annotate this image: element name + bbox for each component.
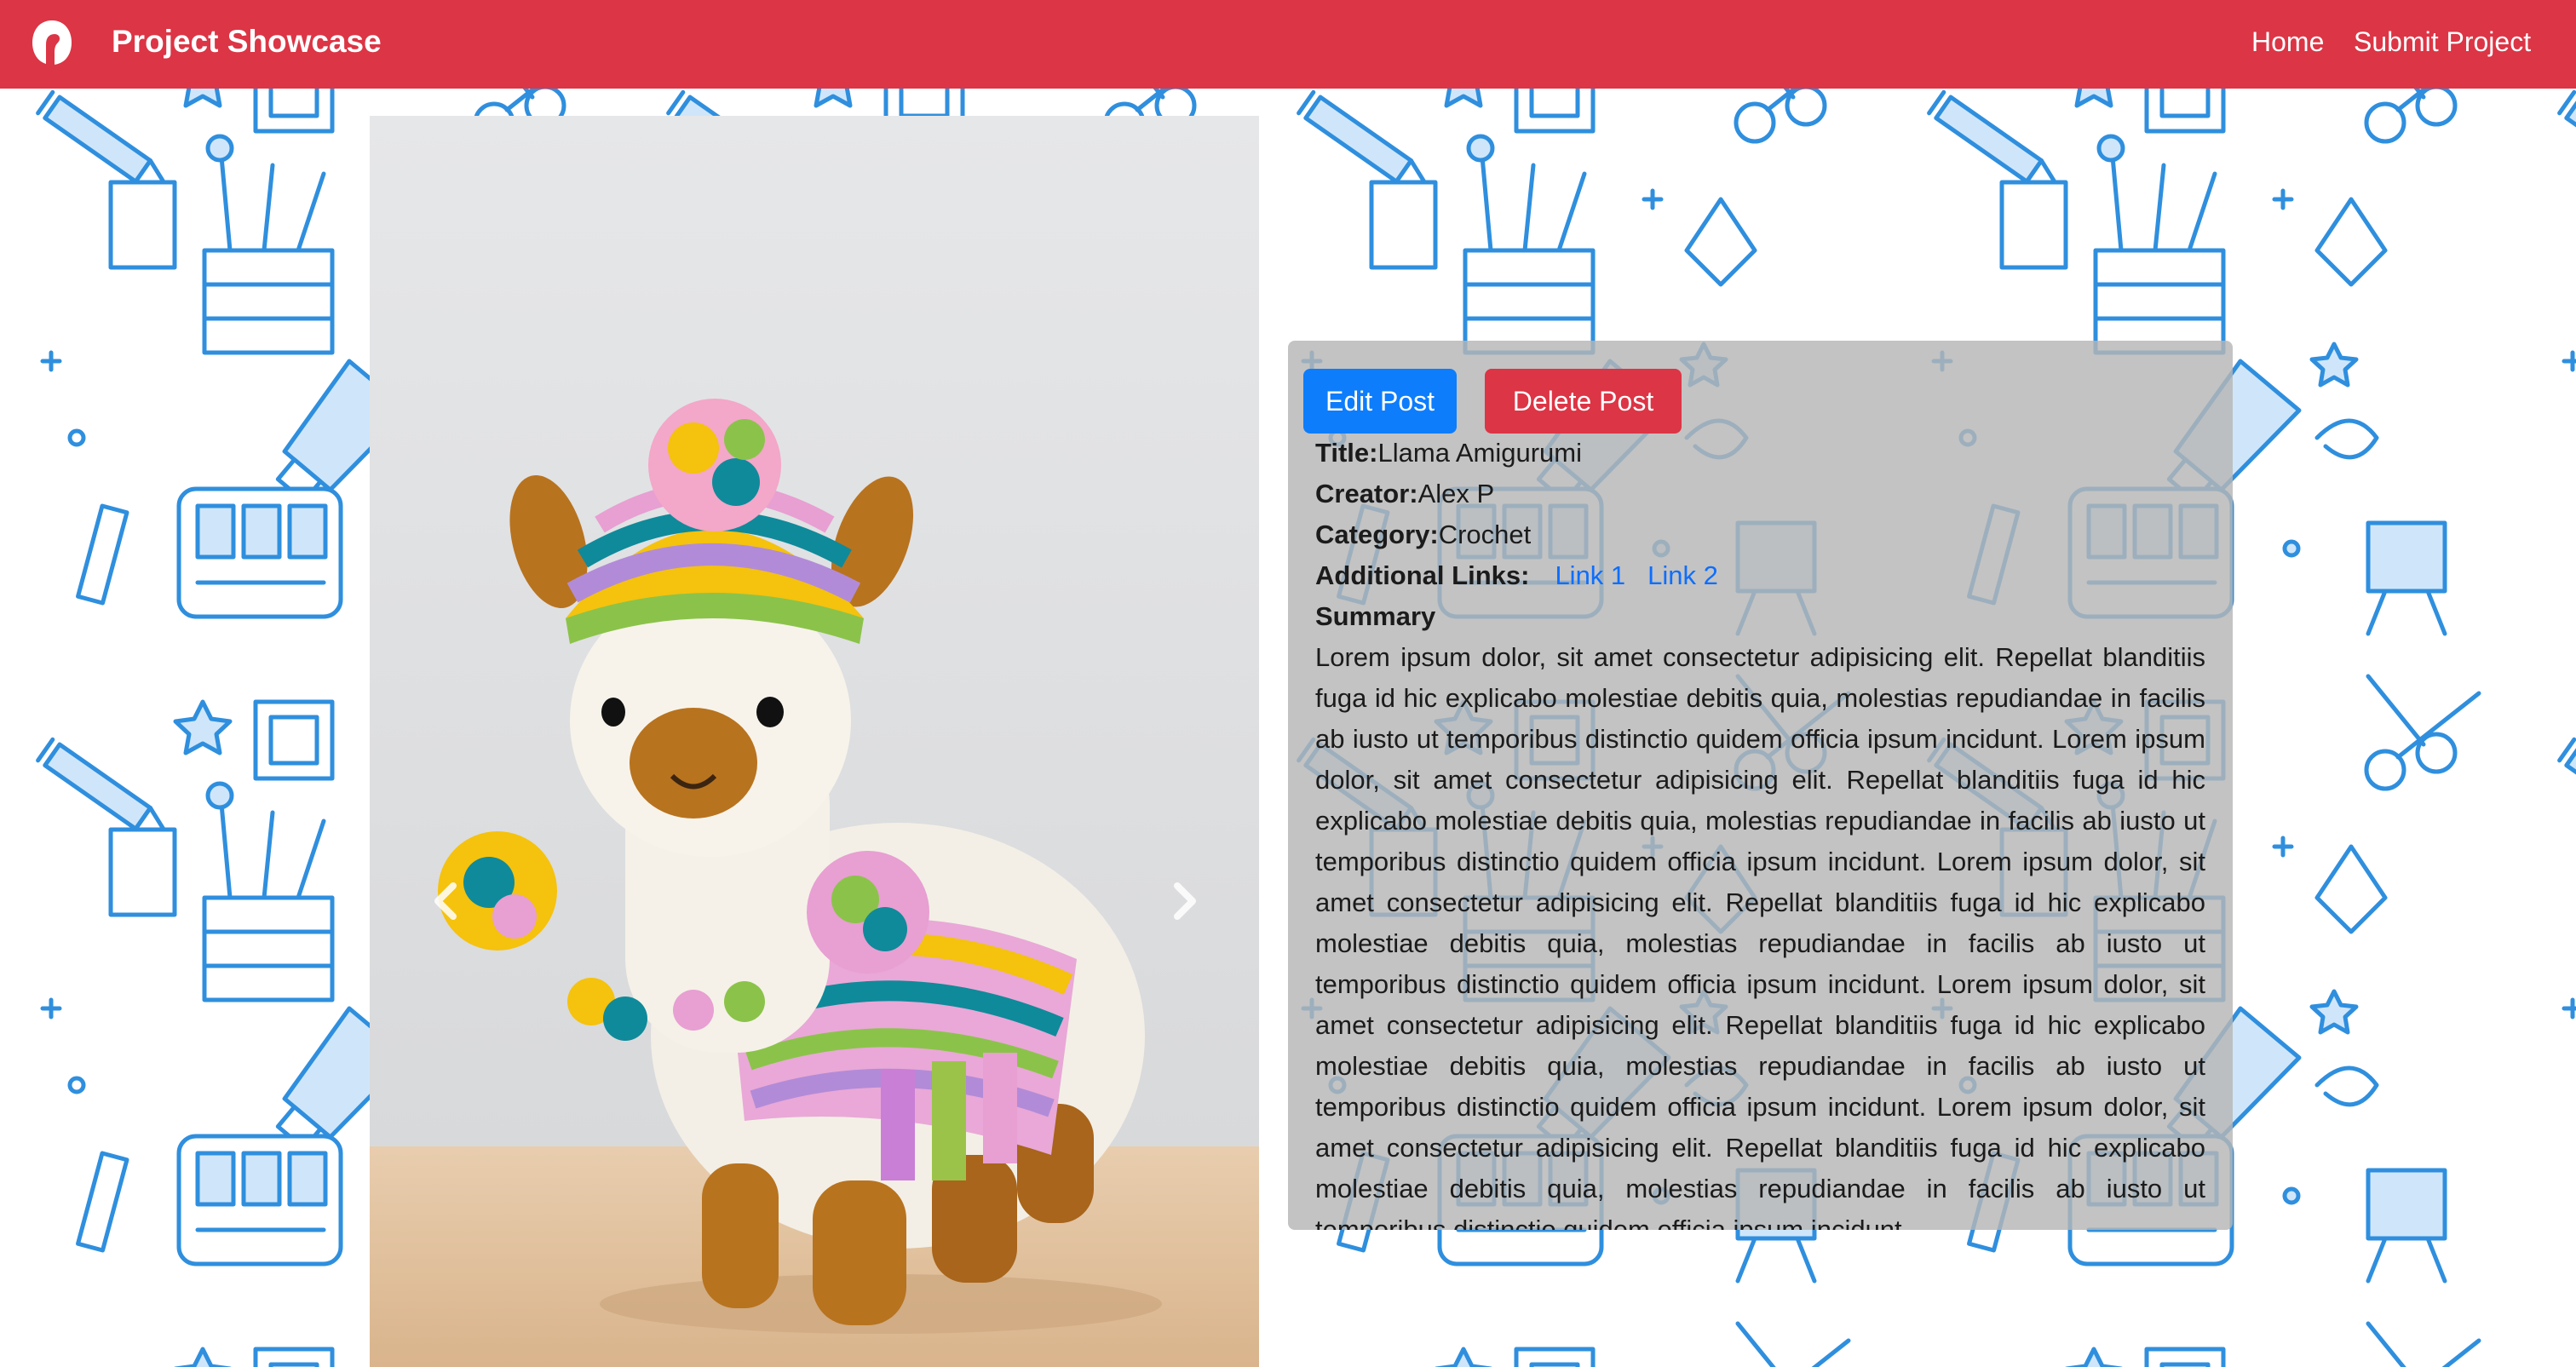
nav-link-home[interactable]: Home <box>2251 24 2324 60</box>
post-title: Llama Amigurumi <box>1377 438 1582 468</box>
title-label: Title: <box>1315 438 1378 468</box>
additional-links-row: Additional Links: Link 1 Link 2 <box>1315 555 1718 596</box>
post-creator-row: Creator:Alex P <box>1315 474 1494 514</box>
nav-link-submit-project[interactable]: Submit Project <box>2354 24 2531 60</box>
post-category-row: Category:Crochet <box>1315 514 1531 555</box>
post-category: Crochet <box>1438 520 1532 549</box>
summary-text: Lorem ipsum dolor, sit amet consectetur … <box>1315 642 2205 1230</box>
brand-logo-icon[interactable] <box>31 19 73 66</box>
post-title-row: Title:Llama Amigurumi <box>1315 433 1582 474</box>
post-details-panel: Edit Post Delete Post Title:Llama Amigur… <box>1288 341 2233 1230</box>
additional-link-2[interactable]: Link 2 <box>1647 560 1718 590</box>
additional-link-1[interactable]: Link 1 <box>1555 560 1625 590</box>
category-label: Category: <box>1315 520 1439 549</box>
summary-heading: Summary <box>1315 596 1435 637</box>
brand-title[interactable]: Project Showcase <box>112 22 382 61</box>
post-creator: Alex P <box>1417 479 1495 508</box>
edit-post-button[interactable]: Edit Post <box>1303 369 1457 434</box>
image-carousel <box>370 116 1259 1367</box>
delete-post-button[interactable]: Delete Post <box>1485 369 1682 434</box>
carousel-prev-icon[interactable] <box>421 876 472 927</box>
creator-label: Creator: <box>1315 479 1418 508</box>
additional-links-label: Additional Links: <box>1315 560 1530 590</box>
navbar: Project Showcase Home Submit Project <box>0 0 2576 89</box>
llama-image <box>370 116 1259 1367</box>
carousel-next-icon[interactable] <box>1159 876 1210 927</box>
summary-label: Summary <box>1315 601 1436 631</box>
